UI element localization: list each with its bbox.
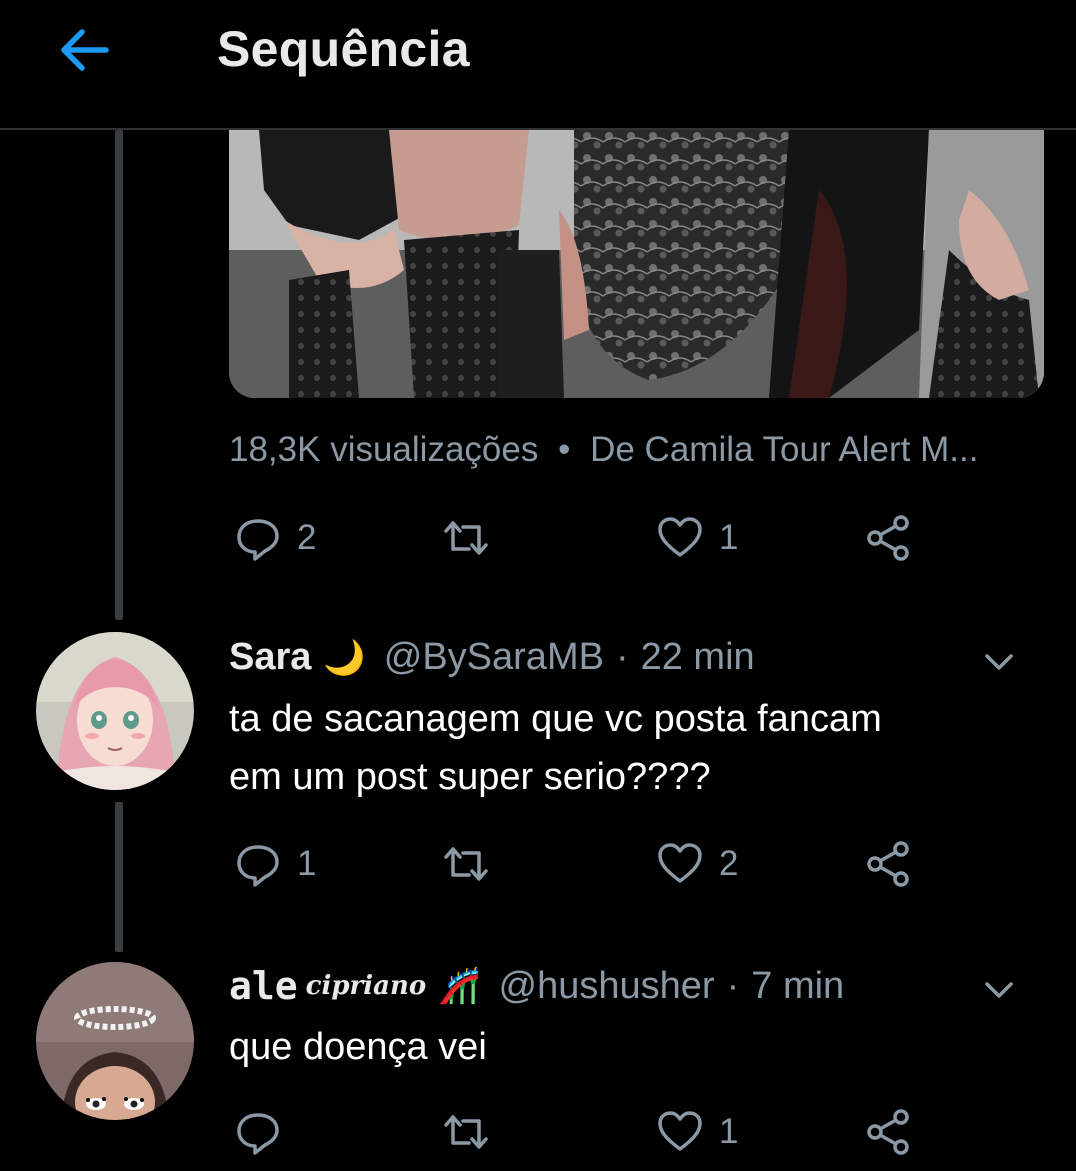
tweet-text-line: em um post super serio????	[229, 756, 711, 798]
timestamp[interactable]: 22 min	[641, 636, 755, 679]
meta-separator: ·	[615, 636, 629, 678]
avatar[interactable]	[36, 632, 194, 790]
retweet-icon	[444, 847, 488, 881]
tweet-actions: 1 2	[229, 834, 1049, 894]
retweet-icon	[444, 521, 488, 555]
tweet-actions: 2 1	[229, 508, 1049, 568]
reply-button[interactable]	[233, 1102, 297, 1162]
share-icon	[867, 515, 909, 561]
tweet-header: ale cipriano 🎢 @hushusher · 7 min	[229, 964, 1049, 1008]
reply-button[interactable]: 2	[233, 508, 316, 568]
share-icon	[867, 841, 909, 887]
like-count: 1	[719, 518, 739, 557]
moon-emoji: 🌙	[323, 638, 366, 677]
display-name[interactable]: ale	[229, 964, 298, 1008]
arrow-left-icon	[61, 29, 109, 71]
chevron-down-icon[interactable]	[979, 970, 1019, 1010]
video-frame-image	[229, 130, 1044, 398]
reply-button[interactable]: 1	[233, 834, 316, 894]
avatar[interactable]	[36, 962, 194, 1120]
tweet-text-line: ta de sacanagem que vc posta fancam	[229, 698, 882, 740]
share-icon	[867, 1109, 909, 1155]
retweet-icon	[444, 1115, 488, 1149]
heart-icon	[658, 1111, 702, 1151]
video-thumbnail[interactable]	[229, 130, 1044, 398]
handle[interactable]: @BySaraMB	[384, 636, 604, 679]
thread-line	[115, 130, 123, 620]
video-meta: 18,3K visualizações • De Camila Tour Ale…	[229, 430, 978, 470]
reply-count: 2	[297, 518, 317, 557]
tweet-text: que doença vei	[229, 1018, 1029, 1076]
retweet-button[interactable]	[441, 1102, 491, 1162]
avatar-image	[36, 962, 194, 1120]
like-button[interactable]: 1	[655, 508, 738, 568]
share-button[interactable]	[863, 1102, 913, 1162]
display-name-script[interactable]: cipriano	[306, 971, 427, 1001]
meta-separator: •	[558, 430, 571, 469]
reply-icon	[237, 845, 279, 887]
video-source[interactable]: De Camila Tour Alert M...	[590, 430, 978, 469]
tweet-text: ta de sacanagem que vc posta fancam em u…	[229, 690, 1029, 806]
avatar-image	[36, 632, 194, 790]
like-button[interactable]: 1	[655, 1102, 738, 1162]
like-count: 1	[719, 1112, 739, 1151]
share-button[interactable]	[863, 508, 913, 568]
top-bar: Sequência	[0, 0, 1076, 130]
tweet-text-line: que doença vei	[229, 1026, 487, 1068]
thread-line	[115, 802, 123, 952]
heart-icon	[658, 517, 702, 557]
roller-coaster-emoji: 🎢	[438, 967, 481, 1005]
handle[interactable]: @hushusher	[499, 965, 715, 1008]
reply-count: 1	[297, 844, 317, 883]
timestamp[interactable]: 7 min	[751, 965, 844, 1008]
chevron-down-icon[interactable]	[979, 642, 1019, 682]
share-button[interactable]	[863, 834, 913, 894]
page-title: Sequência	[217, 21, 470, 77]
tweet-actions: 1	[229, 1102, 1049, 1162]
meta-separator: ·	[726, 964, 740, 1007]
like-button[interactable]: 2	[655, 834, 738, 894]
like-count: 2	[719, 844, 739, 883]
tweet-header: Sara 🌙 @BySaraMB · 22 min	[229, 636, 1049, 679]
back-button[interactable]	[50, 22, 120, 78]
retweet-button[interactable]	[441, 508, 491, 568]
heart-icon	[658, 843, 702, 883]
retweet-button[interactable]	[441, 834, 491, 894]
reply-icon	[237, 519, 279, 561]
view-count: 18,3K visualizações	[229, 430, 539, 469]
reply-icon	[237, 1113, 279, 1155]
display-name[interactable]: Sara	[229, 636, 311, 679]
